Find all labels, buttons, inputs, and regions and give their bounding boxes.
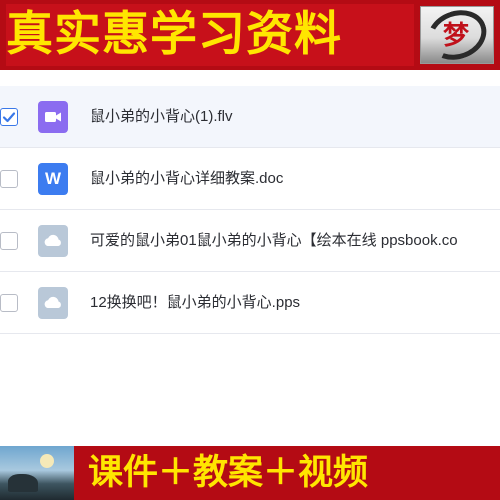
- bottom-banner: 课件＋教案＋视频: [0, 446, 500, 500]
- word-doc-icon: W: [38, 163, 68, 195]
- file-name[interactable]: 鼠小弟的小背心(1).flv: [90, 86, 233, 148]
- file-name[interactable]: 12换换吧！鼠小弟的小背心.pps: [90, 272, 300, 334]
- row-checkbox[interactable]: [0, 232, 18, 250]
- word-letter: W: [44, 169, 62, 188]
- banner-title: 真实惠学习资料: [6, 4, 414, 66]
- cloud-file-icon: [38, 225, 68, 257]
- rock-shape: [8, 474, 38, 492]
- row-checkbox-checked[interactable]: [0, 108, 18, 126]
- top-banner: 真实惠学习资料 梦: [0, 0, 500, 70]
- file-name[interactable]: 可爱的鼠小弟01鼠小弟的小背心【绘本在线 ppsbook.co: [90, 210, 458, 272]
- banner-slogan: 课件＋教案＋视频: [88, 453, 369, 493]
- file-name[interactable]: 鼠小弟的小背心详细教案.doc: [90, 148, 283, 210]
- file-row[interactable]: 鼠小弟的小背心(1).flv: [0, 86, 500, 148]
- dream-logo: 梦: [420, 2, 494, 68]
- file-row[interactable]: 12换换吧！鼠小弟的小背心.pps: [0, 272, 500, 334]
- checkmark-icon: [2, 112, 16, 123]
- file-row[interactable]: 可爱的鼠小弟01鼠小弟的小背心【绘本在线 ppsbook.co: [0, 210, 500, 272]
- sun-shape: [40, 454, 54, 468]
- cloud-file-icon: [38, 287, 68, 319]
- video-file-icon: [38, 101, 68, 133]
- file-row[interactable]: W 鼠小弟的小背心详细教案.doc: [0, 148, 500, 210]
- row-checkbox[interactable]: [0, 170, 18, 188]
- logo-character: 梦: [443, 21, 470, 51]
- row-checkbox[interactable]: [0, 294, 18, 312]
- file-list: 鼠小弟的小背心(1).flv W 鼠小弟的小背心详细教案.doc 可爱的鼠小弟0…: [0, 86, 500, 334]
- landscape-photo: [0, 446, 74, 500]
